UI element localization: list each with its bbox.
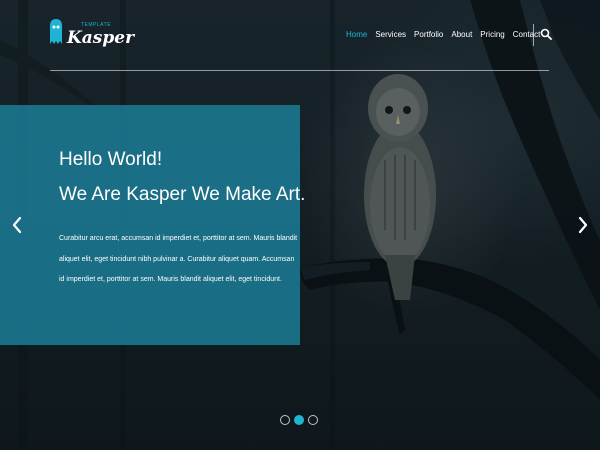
slide-description: Curabitur arcu erat, accumsan id imperdi… xyxy=(59,235,298,283)
slide-title: Hello World! xyxy=(59,149,163,170)
slider-bullet-1[interactable] xyxy=(280,415,290,425)
nav-divider xyxy=(533,24,534,46)
nav-link-home[interactable]: Home xyxy=(346,29,367,41)
site-logo[interactable]: TEMPLATE Kasper xyxy=(49,18,134,48)
header-divider xyxy=(50,70,549,71)
logo-name: Kasper xyxy=(67,28,135,48)
slider-bullet-3[interactable] xyxy=(308,415,318,425)
nav-link-pricing[interactable]: Pricing xyxy=(480,29,504,41)
search-icon[interactable] xyxy=(540,28,552,40)
nav-link-about[interactable]: About xyxy=(451,29,472,41)
chevron-left-icon[interactable] xyxy=(12,216,22,234)
slide-subtitle: We Are Kasper We Make Art. xyxy=(59,184,306,205)
main-nav: Home Services Portfolio About Pricing Co… xyxy=(346,29,548,41)
hero-slider: TEMPLATE Kasper Home Services Portfolio … xyxy=(0,0,600,450)
chevron-right-icon[interactable] xyxy=(578,216,588,234)
nav-link-portfolio[interactable]: Portfolio xyxy=(414,29,443,41)
slider-bullet-2[interactable] xyxy=(294,415,304,425)
slider-bullets xyxy=(280,415,322,425)
ghost-icon xyxy=(50,19,62,44)
nav-link-contact[interactable]: Contact xyxy=(513,29,541,41)
slide-caption-box xyxy=(0,105,300,345)
nav-link-services[interactable]: Services xyxy=(375,29,406,41)
